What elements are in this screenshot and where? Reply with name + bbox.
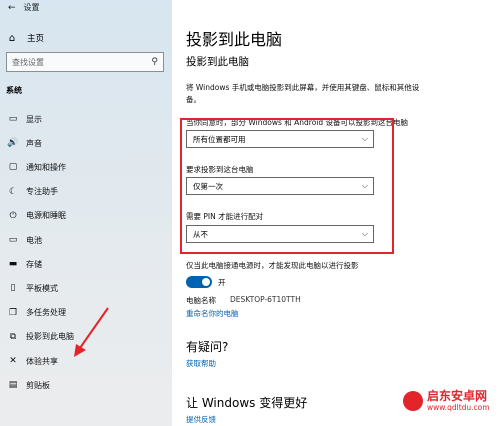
sidebar-item-clipboard[interactable]: ▤ 剪贴板 bbox=[0, 376, 172, 394]
toggle-knob bbox=[202, 278, 210, 286]
sidebar-item-storage[interactable]: ▬ 存储 bbox=[0, 255, 172, 273]
home-label: 主页 bbox=[27, 34, 45, 44]
tablet-icon: ▯ bbox=[10, 283, 16, 294]
clipboard-icon: ▤ bbox=[8, 380, 18, 391]
watermark-title: 启东安卓网 bbox=[427, 389, 488, 403]
back-arrow-icon[interactable]: ← bbox=[8, 3, 16, 13]
power-only-toggle[interactable] bbox=[186, 276, 212, 288]
section-subtitle: 投影到此电脑 bbox=[186, 56, 249, 68]
pin-pairing-value: 从不 bbox=[193, 229, 208, 239]
power-only-label: 仅当此电脑接通电源时，才能发现此电脑以进行投影 bbox=[186, 261, 359, 270]
pin-pairing-label: 需要 PIN 才能进行配对 bbox=[186, 212, 264, 221]
power-icon: ⏻ bbox=[9, 210, 17, 221]
sidebar-item-projecting[interactable]: ⧉ 投影到此电脑 bbox=[0, 328, 172, 346]
sidebar-item-multitasking[interactable]: ❐ 多任务处理 bbox=[0, 304, 172, 322]
sidebar-item-label: 显示 bbox=[26, 114, 42, 124]
sound-icon: 🔊 bbox=[7, 138, 19, 149]
display-icon: ▭ bbox=[8, 114, 18, 124]
sidebar-item-label: 体验共享 bbox=[26, 356, 58, 366]
multitasking-icon: ❐ bbox=[8, 307, 18, 318]
sidebar-item-power[interactable]: ⏻ 电源和睡眠 bbox=[0, 207, 172, 225]
page-title: 投影到此电脑 bbox=[186, 30, 283, 49]
rename-pc-link[interactable]: 重命名你的电脑 bbox=[186, 308, 239, 319]
window-title-bar: ← 设置 bbox=[8, 2, 40, 13]
sidebar-item-label: 专注助手 bbox=[26, 187, 58, 197]
search-input[interactable]: 查找设置 ⚲ bbox=[6, 52, 164, 72]
sidebar-item-sound[interactable]: 🔊 声音 bbox=[0, 134, 172, 152]
feedback-link[interactable]: 提供反馈 bbox=[186, 414, 216, 425]
sidebar-item-label: 平板模式 bbox=[26, 283, 58, 293]
chevron-down-icon: ⌵ bbox=[361, 229, 368, 238]
sidebar-item-tablet[interactable]: ▯ 平板模式 bbox=[0, 279, 172, 297]
sidebar-item-home[interactable]: ⌂ 主页 bbox=[7, 30, 44, 46]
sidebar-item-label: 声音 bbox=[26, 138, 42, 148]
section-label-system: 系统 bbox=[6, 86, 22, 95]
watermark: 启东安卓网 www.qdltdu.com bbox=[403, 390, 490, 412]
chevron-down-icon: ⌵ bbox=[361, 181, 368, 190]
search-placeholder: 查找设置 bbox=[12, 57, 44, 67]
notification-icon: ▢ bbox=[8, 162, 18, 173]
sidebar-item-label: 电池 bbox=[26, 235, 42, 245]
improve-heading: 让 Windows 变得更好 bbox=[186, 396, 308, 410]
sidebar-item-notification[interactable]: ▢ 通知和操作 bbox=[0, 158, 172, 176]
projecting-icon: ⧉ bbox=[9, 331, 17, 342]
sidebar-item-battery[interactable]: ▭ 电池 bbox=[0, 231, 172, 249]
pc-name-value: DESKTOP-6T10TTH bbox=[230, 295, 301, 304]
main-content: 投影到此电脑 投影到此电脑 将 Windows 手机或电脑投影到此屏幕，并使用其… bbox=[172, 0, 500, 426]
sidebar-item-label: 存储 bbox=[26, 259, 42, 269]
watermark-url: www.qdltdu.com bbox=[427, 403, 490, 412]
get-help-link[interactable]: 获取帮助 bbox=[186, 358, 216, 369]
pin-pairing-dropdown[interactable]: 从不 ⌵ bbox=[186, 225, 374, 243]
sidebar-item-label: 多任务处理 bbox=[26, 308, 66, 318]
ask-to-project-value: 仅第一次 bbox=[193, 181, 223, 191]
sidebar-item-label: 通知和操作 bbox=[26, 162, 66, 172]
focus-assist-icon: ☾ bbox=[8, 186, 18, 197]
search-icon[interactable]: ⚲ bbox=[151, 57, 158, 67]
storage-icon: ▬ bbox=[8, 259, 18, 270]
watermark-logo-icon bbox=[403, 391, 423, 411]
sidebar-item-shared-experiences[interactable]: ✕ 体验共享 bbox=[0, 352, 172, 370]
ask-to-project-dropdown[interactable]: 仅第一次 ⌵ bbox=[186, 177, 374, 195]
ask-to-project-label: 要求投影到这台电脑 bbox=[186, 165, 254, 174]
sidebar-item-focus-assist[interactable]: ☾ 专注助手 bbox=[0, 183, 172, 201]
toggle-state-text: 开 bbox=[218, 278, 226, 287]
shared-experiences-icon: ✕ bbox=[9, 356, 17, 366]
pc-name-label: 电脑名称 bbox=[186, 296, 216, 305]
battery-icon: ▭ bbox=[8, 235, 18, 245]
window-title: 设置 bbox=[23, 3, 40, 12]
sidebar-item-label: 剪贴板 bbox=[26, 380, 50, 390]
sidebar-item-display[interactable]: ▭ 显示 bbox=[0, 110, 172, 128]
availability-value: 所有位置都可用 bbox=[193, 134, 246, 144]
chevron-down-icon: ⌵ bbox=[361, 134, 368, 143]
home-icon: ⌂ bbox=[8, 32, 16, 44]
availability-label: 当你同意时，部分 Windows 和 Android 设备可以投影到这台电脑 bbox=[186, 118, 409, 127]
description-text: 将 Windows 手机或电脑投影到此屏幕，并使用其键盘、鼠标和其他设备。 bbox=[186, 83, 420, 104]
sidebar: ← 设置 ⌂ 主页 查找设置 ⚲ 系统 ▭ 显示 🔊 声音 ▢ 通知和操作 ☾ 专注助手 ⏻ 电源… bbox=[0, 0, 172, 426]
help-heading: 有疑问? bbox=[186, 340, 229, 354]
sidebar-item-label: 电源和睡眠 bbox=[26, 211, 66, 221]
sidebar-item-label: 投影到此电脑 bbox=[26, 332, 74, 342]
availability-dropdown[interactable]: 所有位置都可用 ⌵ bbox=[186, 130, 374, 148]
